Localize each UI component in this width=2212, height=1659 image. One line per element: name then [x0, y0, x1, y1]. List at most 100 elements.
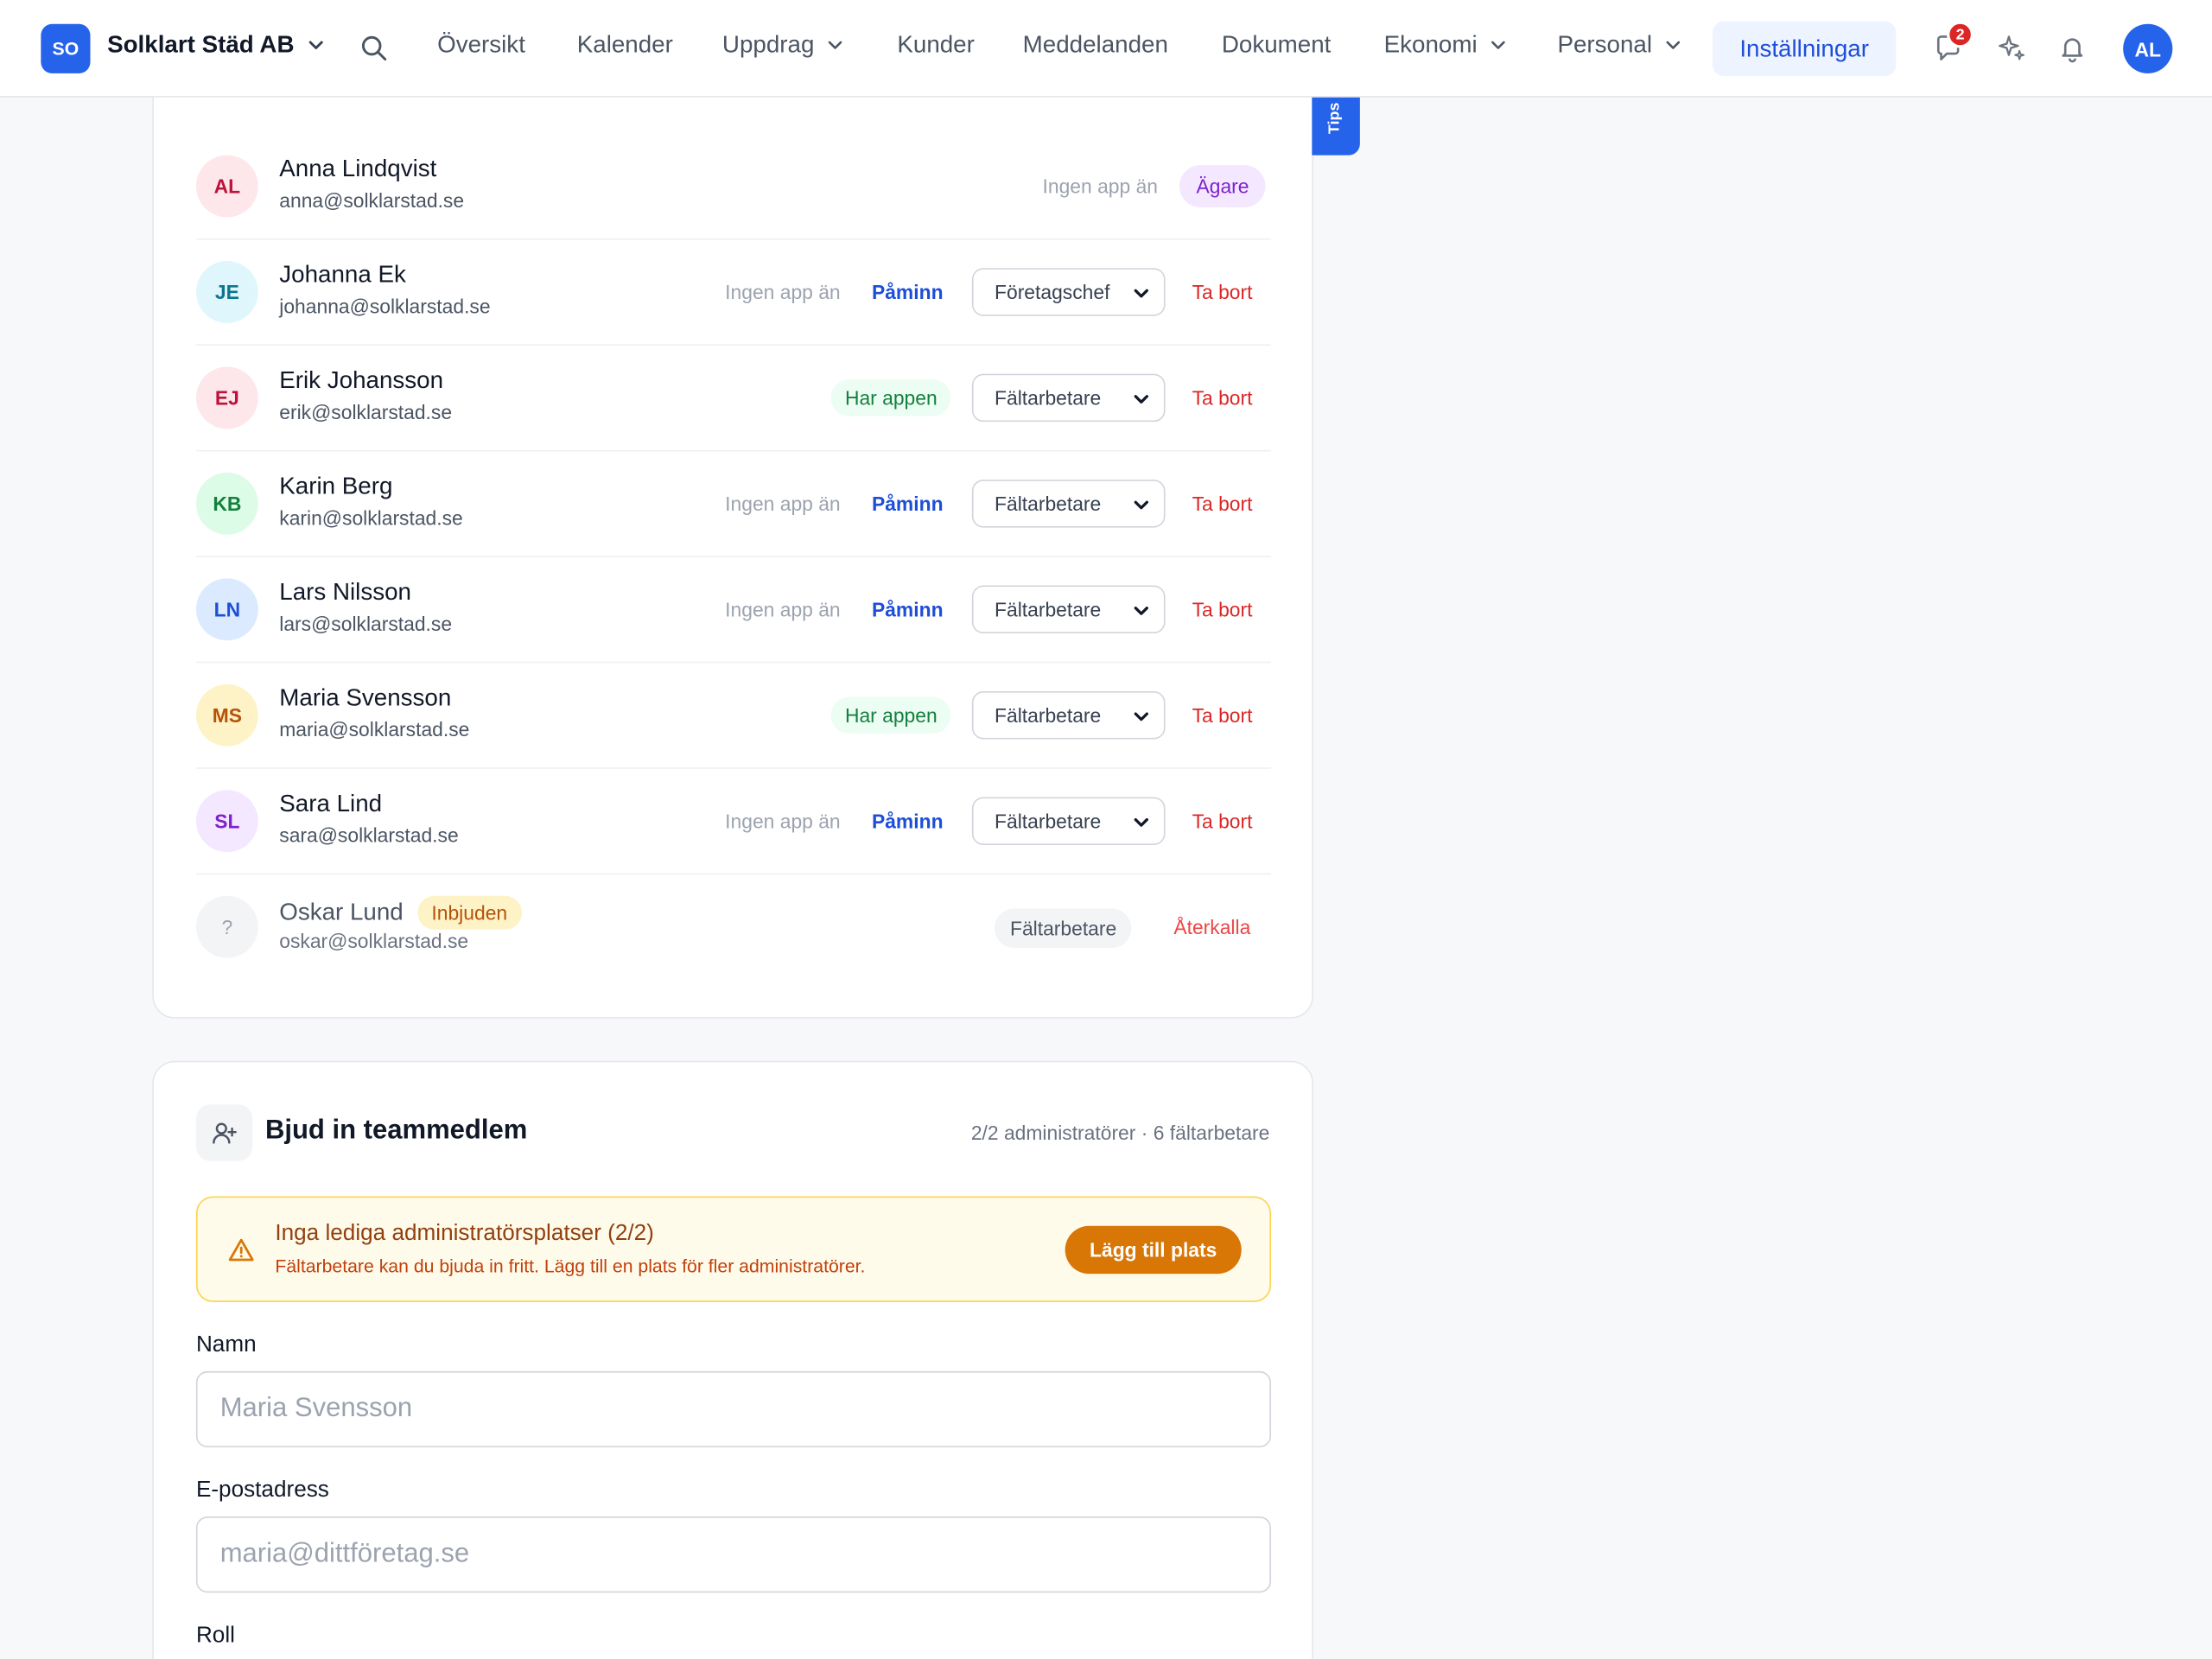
- message-count-badge: 2: [1947, 21, 1974, 48]
- member-email: sara@solklarstad.se: [279, 823, 459, 847]
- app-status: Ingen app än: [1042, 175, 1158, 198]
- avatar: KB: [195, 472, 258, 535]
- role-select-value: Fältarbetare: [995, 492, 1102, 515]
- remove-member-button[interactable]: Ta bort: [1192, 704, 1253, 727]
- invite-member-card: Bjud in teammedlem 2/2 administratörer ·…: [152, 1060, 1313, 1659]
- nav-item-oversikt[interactable]: Översikt: [437, 31, 525, 60]
- member-name: Oskar Lund: [279, 898, 404, 926]
- chevron-down-icon: [308, 41, 323, 49]
- member-name: Karin Berg: [279, 472, 393, 499]
- role-select-value: Fältarbetare: [995, 598, 1102, 621]
- bell-icon[interactable]: [2056, 33, 2088, 64]
- remove-member-button[interactable]: Ta bort: [1192, 281, 1253, 303]
- name-label: Namn: [195, 1332, 257, 1357]
- member-email: erik@solklarstad.se: [279, 400, 453, 423]
- member-row: LN Lars Nilsson lars@solklarstad.se Inge…: [195, 557, 1272, 664]
- app-status: Ingen app än: [725, 492, 841, 515]
- chevron-down-icon: [1134, 607, 1148, 615]
- role-select-value: Fältarbetare: [995, 810, 1102, 833]
- member-row: KB Karin Berg karin@solklarstad.se Ingen…: [195, 451, 1272, 557]
- nav-item-dokument[interactable]: Dokument: [1222, 31, 1332, 60]
- chevron-down-icon: [1134, 712, 1148, 721]
- revoke-invite-button[interactable]: Återkalla: [1173, 916, 1250, 938]
- role-label: Roll: [195, 1624, 235, 1648]
- role-pill: Fältarbetare: [995, 908, 1133, 949]
- member-name-group: Oskar Lund Inbjuden: [279, 895, 522, 930]
- nav-item-ekonomi[interactable]: Ekonomi: [1384, 31, 1509, 60]
- chevron-down-icon: [1666, 41, 1681, 49]
- name-input[interactable]: [195, 1370, 1272, 1448]
- chevron-down-icon: [1134, 395, 1148, 404]
- member-row: JE Johanna Ek johanna@solklarstad.se Ing…: [195, 240, 1272, 346]
- role-select-value: Fältarbetare: [995, 386, 1102, 410]
- nav-label: Dokument: [1221, 30, 1332, 58]
- sparkles-icon[interactable]: [1996, 33, 2027, 64]
- avatar: EJ: [195, 366, 258, 429]
- avatar: JE: [195, 261, 258, 323]
- add-seat-button[interactable]: Lägg till plats: [1065, 1225, 1242, 1274]
- email-input[interactable]: [195, 1516, 1272, 1593]
- app-status: Ingen app än: [725, 280, 841, 304]
- team-members-card: AL Anna Lindqvist anna@solklarstad.se In…: [152, 14, 1313, 1019]
- remind-button[interactable]: Påminn: [872, 810, 944, 832]
- role-select[interactable]: Företagschef: [971, 268, 1166, 316]
- app-status-badge: Har appen: [830, 379, 952, 416]
- avatar: SL: [195, 790, 258, 853]
- remind-button[interactable]: Påminn: [872, 598, 944, 620]
- member-row: SL Sara Lind sara@solklarstad.se Ingen a…: [195, 769, 1272, 875]
- nav-item-kunder[interactable]: Kunder: [897, 31, 975, 60]
- invite-title: Bjud in teammedlem: [264, 1116, 528, 1146]
- role-select-value: Fältarbetare: [995, 703, 1102, 727]
- chevron-down-icon: [1134, 289, 1148, 298]
- remove-member-button[interactable]: Ta bort: [1192, 810, 1253, 832]
- search-icon[interactable]: [359, 34, 388, 62]
- remove-member-button[interactable]: Ta bort: [1192, 598, 1253, 620]
- chevron-down-icon: [1491, 41, 1505, 49]
- chevron-down-icon: [1134, 817, 1148, 827]
- member-email: karin@solklarstad.se: [279, 506, 463, 530]
- company-switcher[interactable]: Solklart Städ AB: [107, 31, 325, 60]
- role-select[interactable]: Fältarbetare: [971, 480, 1166, 528]
- role-select[interactable]: Fältarbetare: [971, 690, 1166, 740]
- member-email: johanna@solklarstad.se: [279, 295, 491, 318]
- member-name: Johanna Ek: [279, 261, 406, 289]
- role-select[interactable]: Fältarbetare: [971, 585, 1166, 634]
- nav-item-uppdrag[interactable]: Uppdrag: [722, 31, 845, 60]
- company-badge[interactable]: SO: [41, 23, 91, 73]
- add-user-icon: [195, 1104, 253, 1161]
- app-status-badge: Har appen: [830, 696, 952, 734]
- remind-button[interactable]: Påminn: [872, 493, 944, 515]
- no-admin-seats-alert: Inga lediga administratörsplatser (2/2) …: [195, 1196, 1272, 1302]
- nav-item-meddelanden[interactable]: Meddelanden: [1023, 31, 1168, 60]
- role-select[interactable]: Fältarbetare: [971, 797, 1166, 845]
- tips-label: Tips: [1325, 102, 1344, 135]
- owner-badge: Ägare: [1179, 165, 1267, 207]
- remove-member-button[interactable]: Ta bort: [1192, 493, 1253, 515]
- member-row: MS Maria Svensson maria@solklarstad.se H…: [195, 663, 1272, 769]
- member-row: EJ Erik Johansson erik@solklarstad.se Ha…: [195, 346, 1272, 452]
- nav-label: Översikt: [437, 30, 525, 58]
- nav-label: Uppdrag: [721, 30, 815, 58]
- avatar: AL: [195, 155, 258, 218]
- warning-icon: [228, 1238, 254, 1262]
- avatar: LN: [195, 578, 258, 641]
- remind-button[interactable]: Påminn: [872, 281, 944, 303]
- remove-member-button[interactable]: Ta bort: [1192, 386, 1253, 409]
- nav-label: Meddelanden: [1022, 30, 1168, 58]
- alert-title: Inga lediga administratörsplatser (2/2): [275, 1221, 654, 1246]
- seat-summary: 2/2 administratörer · 6 fältarbetare: [970, 1121, 1270, 1145]
- user-avatar[interactable]: AL: [2123, 23, 2173, 73]
- member-name: Maria Svensson: [279, 683, 452, 711]
- top-navigation: SO Solklart Städ AB Översikt Kalender Up…: [0, 0, 2212, 98]
- member-name: Erik Johansson: [279, 366, 444, 394]
- nav-item-personal[interactable]: Personal: [1557, 31, 1682, 60]
- nav-item-installningar[interactable]: Inställningar: [1713, 21, 1897, 77]
- invited-member-row: ? Oskar Lund Inbjuden oskar@solklarstad.…: [195, 874, 1271, 980]
- nav-item-kalender[interactable]: Kalender: [577, 31, 673, 60]
- member-email: oskar@solklarstad.se: [279, 929, 469, 953]
- avatar: MS: [195, 683, 258, 747]
- role-select[interactable]: Fältarbetare: [971, 373, 1166, 423]
- nav-label: Kunder: [897, 30, 975, 58]
- member-email: lars@solklarstad.se: [279, 612, 453, 635]
- nav-label: Personal: [1557, 30, 1653, 58]
